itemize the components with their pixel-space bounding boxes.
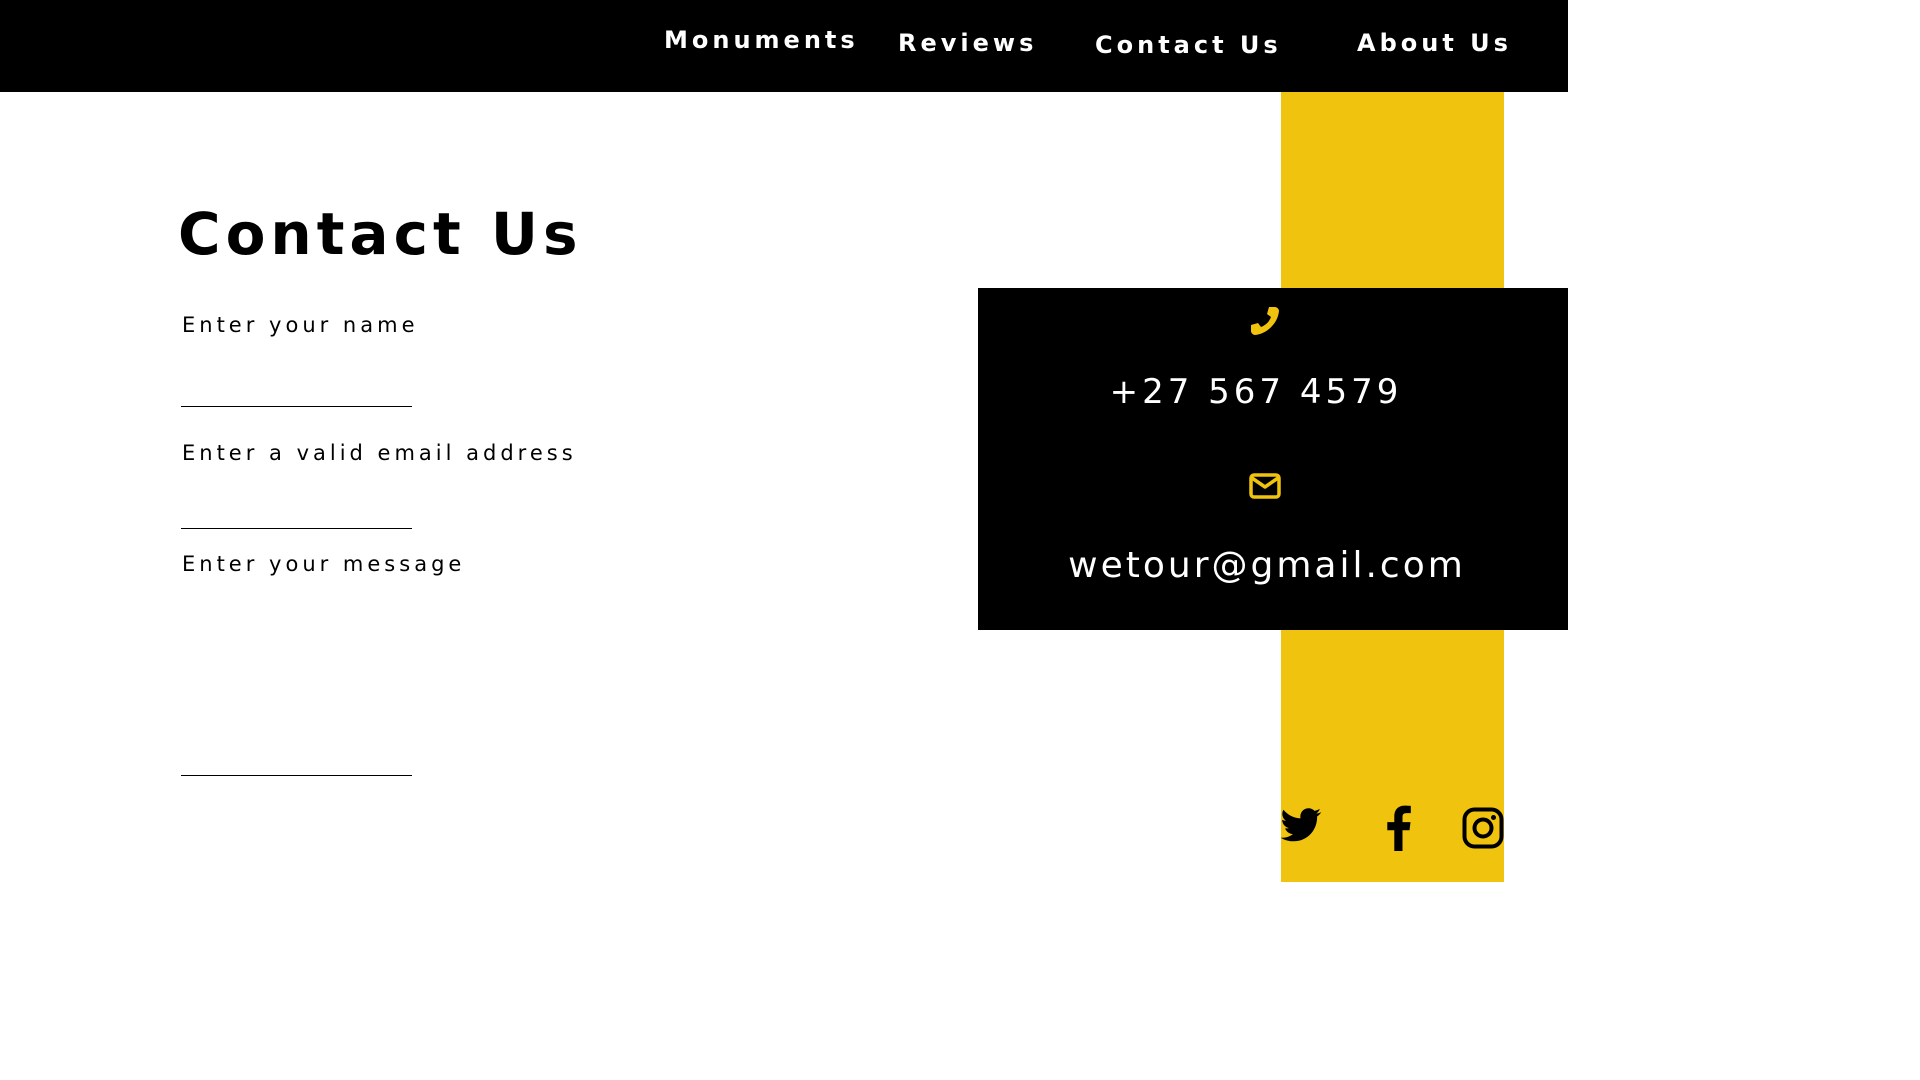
message-field[interactable] bbox=[181, 590, 412, 776]
email-field[interactable] bbox=[181, 494, 412, 529]
facebook-icon[interactable] bbox=[1383, 805, 1413, 851]
contact-page: Monuments Reviews Contact Us About Us Co… bbox=[0, 0, 1568, 882]
name-field[interactable] bbox=[181, 372, 412, 407]
page-title: Contact Us bbox=[178, 200, 583, 268]
contact-email-address: wetour@gmail.com bbox=[1068, 545, 1466, 586]
nav-link-contact-us[interactable]: Contact Us bbox=[1095, 31, 1282, 59]
nav-link-reviews[interactable]: Reviews bbox=[898, 29, 1037, 57]
contact-phone-number: +27 567 4579 bbox=[1109, 372, 1403, 412]
email-label: Enter a valid email address bbox=[182, 441, 577, 465]
instagram-icon[interactable] bbox=[1462, 807, 1504, 849]
top-navbar: Monuments Reviews Contact Us About Us bbox=[0, 0, 1568, 92]
nav-link-about-us[interactable]: About Us bbox=[1357, 29, 1512, 57]
message-label: Enter your message bbox=[182, 552, 466, 576]
nav-link-monuments[interactable]: Monuments bbox=[664, 26, 859, 54]
name-label: Enter your name bbox=[182, 313, 419, 337]
envelope-icon bbox=[1249, 472, 1281, 500]
phone-icon bbox=[1247, 303, 1283, 339]
twitter-icon[interactable] bbox=[1280, 808, 1322, 844]
